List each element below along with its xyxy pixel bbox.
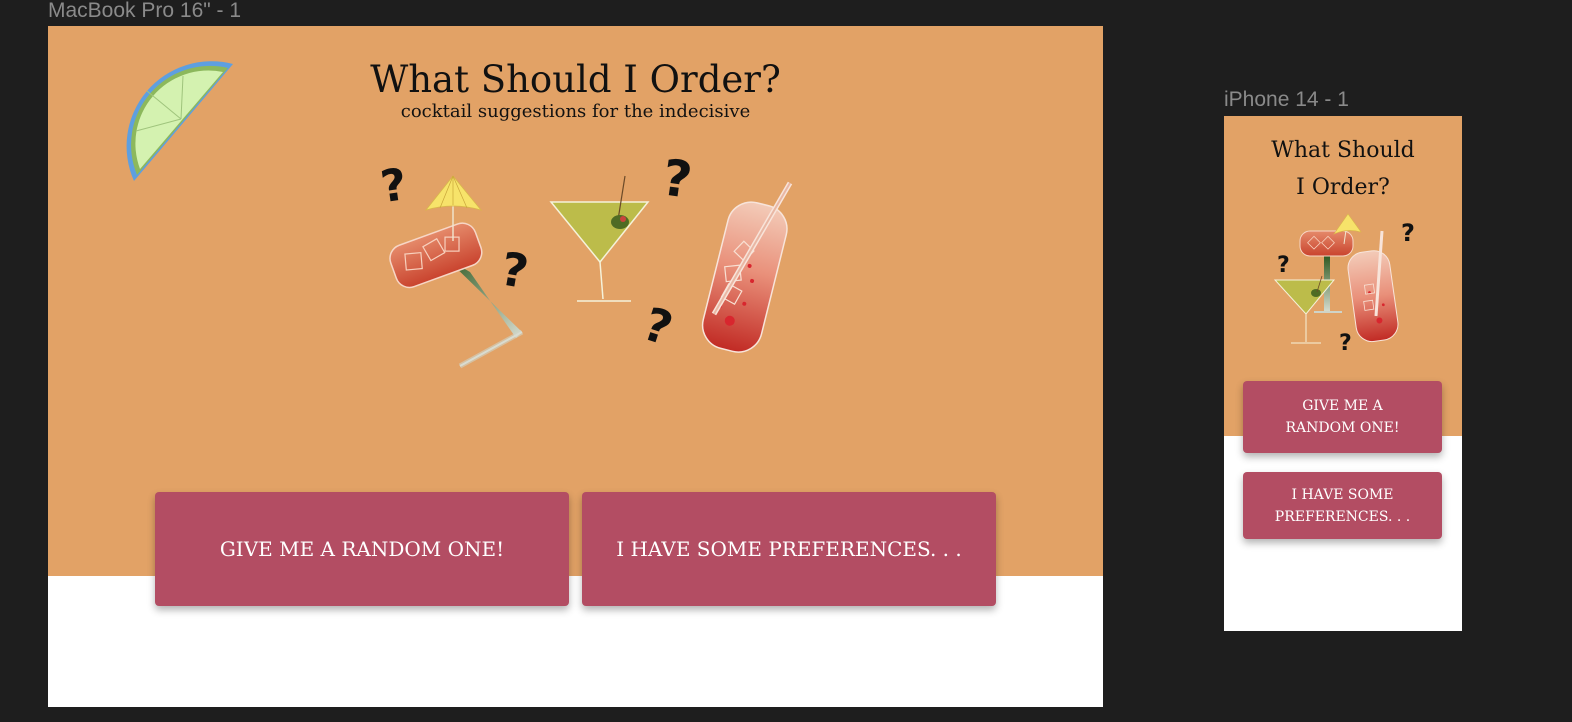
mobile-preferences-button[interactable]: I HAVE SOME PREFERENCES. . . [1243, 472, 1442, 539]
random-button[interactable]: GIVE ME A RANDOM ONE! [155, 492, 569, 606]
question-mark: ? [1339, 331, 1352, 356]
tall-glass-icon [701, 181, 793, 353]
mobile-frame-label[interactable]: iPhone 14 - 1 [1224, 89, 1349, 110]
mobile-frame: What Should I Order? ? ? ? GIVE ME A RAN… [1224, 116, 1462, 631]
desktop-frame: What Should I Order? cocktail suggestion… [48, 26, 1103, 707]
mobile-preferences-line-2: PREFERENCES. . . [1274, 508, 1411, 525]
mobile-random-line-2: RANDOM ONE! [1285, 420, 1400, 436]
desktop-frame-label[interactable]: MacBook Pro 16" - 1 [48, 0, 241, 21]
question-mark: ? [497, 241, 533, 299]
question-mark: ? [637, 296, 679, 356]
tall-glass-icon [1347, 230, 1399, 343]
question-mark: ? [1401, 219, 1415, 247]
mobile-random-line-1: GIVE ME A [1302, 398, 1383, 414]
question-mark: ? [1277, 253, 1290, 278]
mobile-random-button[interactable]: GIVE ME A RANDOM ONE! [1243, 381, 1442, 453]
martini-glass-icon [549, 175, 650, 302]
question-mark: ? [378, 159, 410, 213]
mobile-preferences-line-1: I HAVE SOME [1291, 486, 1394, 503]
question-mark: ? [659, 148, 696, 209]
preferences-button[interactable]: I HAVE SOME PREFERENCES. . . [582, 492, 996, 606]
mobile-cocktails-illustration: ? ? ? [1273, 213, 1415, 356]
